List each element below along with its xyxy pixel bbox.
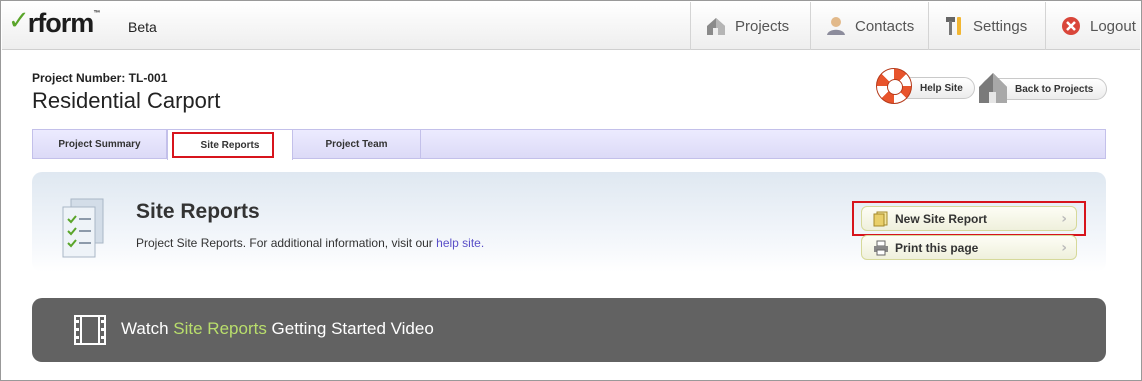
film-icon (74, 315, 106, 345)
tab-project-team[interactable]: Project Team (293, 130, 421, 159)
video-prefix: Watch (121, 319, 174, 338)
app-frame: ✓ rform ™ Beta Projects Contacts Setting… (0, 0, 1142, 381)
logo-text: rform (27, 8, 95, 38)
page-title: Residential Carport (32, 88, 221, 113)
nav-contacts-label: Contacts (855, 17, 915, 35)
lifebuoy-icon (876, 68, 912, 104)
video-suffix: Getting Started Video (266, 319, 434, 338)
checkmark-icon: ✓ (8, 6, 30, 36)
help-site-link[interactable]: help site. (436, 236, 484, 250)
person-icon (825, 15, 847, 37)
nav-logout[interactable]: Logout (1045, 2, 1140, 50)
section-title: Site Reports (136, 200, 260, 223)
chevron-right-icon: › (1061, 240, 1067, 256)
printer-icon (873, 240, 889, 256)
nav-logout-label: Logout (1090, 17, 1136, 35)
nav-projects-label: Projects (735, 17, 790, 35)
nav-contacts[interactable]: Contacts (810, 2, 928, 50)
print-page-button[interactable]: Print this page › (861, 235, 1077, 260)
tab-project-summary[interactable]: Project Summary (33, 130, 167, 159)
video-highlight: Site Reports (173, 319, 267, 338)
checklist-document-icon (57, 197, 107, 263)
video-banner-text[interactable]: Watch Site Reports Getting Started Video (121, 319, 434, 339)
tools-icon (943, 15, 965, 37)
back-to-projects-label: Back to Projects (1015, 83, 1094, 95)
house-icon (705, 15, 727, 37)
trademark-symbol: ™ (93, 10, 101, 17)
close-circle-icon (1060, 15, 1082, 37)
nav-settings[interactable]: Settings (928, 2, 1045, 50)
logo[interactable]: ✓ rform ™ (8, 8, 100, 38)
help-site-label: Help Site (920, 82, 963, 94)
highlight-box-tab (172, 132, 274, 158)
print-page-label: Print this page (895, 240, 979, 255)
section-description: Project Site Reports. For additional inf… (136, 236, 484, 250)
project-number: Project Number: TL-001 (32, 71, 168, 85)
nav-projects[interactable]: Projects (690, 2, 810, 50)
nav-settings-label: Settings (973, 17, 1028, 35)
section-description-text: Project Site Reports. For additional inf… (136, 236, 437, 250)
highlight-box-new-report (852, 201, 1086, 236)
top-navigation-bar: ✓ rform ™ Beta Projects Contacts Setting… (2, 2, 1140, 50)
beta-label: Beta (128, 19, 157, 35)
house-icon (977, 69, 1013, 105)
